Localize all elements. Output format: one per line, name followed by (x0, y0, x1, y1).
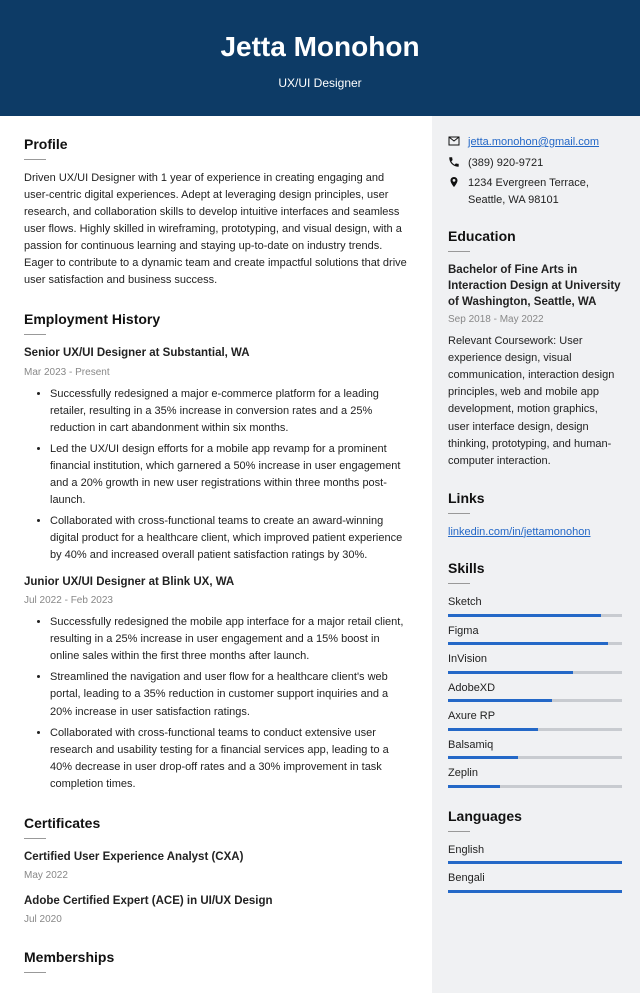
skill-bar (448, 671, 622, 674)
job-date: Mar 2023 - Present (24, 365, 408, 380)
education-heading: Education (448, 226, 622, 247)
divider (24, 972, 46, 973)
skill-fill (448, 671, 573, 674)
location-icon (448, 175, 460, 188)
certificates-heading: Certificates (24, 813, 408, 834)
linkedin-link[interactable]: linkedin.com/in/jettamonohon (448, 526, 590, 538)
certificate-title: Certified User Experience Analyst (CXA) (24, 849, 408, 866)
sidebar: jetta.monohon@gmail.com (389) 920-9721 1… (432, 116, 640, 993)
bullet: Collaborated with cross-functional teams… (50, 513, 408, 564)
languages-heading: Languages (448, 806, 622, 827)
skill-fill (448, 785, 500, 788)
phone-text: (389) 920-9721 (468, 155, 543, 172)
skill-name: Sketch (448, 594, 622, 611)
header: Jetta Monohon UX/UI Designer (0, 0, 640, 116)
language-bar (448, 861, 622, 864)
skill-bar (448, 756, 622, 759)
divider (448, 583, 470, 584)
divider (24, 838, 46, 839)
job-entry: Senior UX/UI Designer at Substantial, WA… (24, 345, 408, 564)
bullet: Led the UX/UI design efforts for a mobil… (50, 441, 408, 509)
profile-text: Driven UX/UI Designer with 1 year of exp… (24, 170, 408, 289)
memberships-heading: Memberships (24, 947, 408, 968)
skill-name: InVision (448, 651, 622, 668)
skill-fill (448, 614, 601, 617)
contact-phone-row: (389) 920-9721 (448, 155, 622, 172)
skill-name: Balsamiq (448, 737, 622, 754)
profile-section: Profile Driven UX/UI Designer with 1 yea… (24, 134, 408, 289)
contact-section: jetta.monohon@gmail.com (389) 920-9721 1… (448, 134, 622, 208)
skill-bar (448, 728, 622, 731)
skill-name: Axure RP (448, 708, 622, 725)
education-title: Bachelor of Fine Arts in Interaction Des… (448, 262, 622, 310)
skill-name: Figma (448, 623, 622, 640)
phone-icon (448, 155, 460, 168)
person-title: UX/UI Designer (0, 74, 640, 92)
certificate-date: Jul 2020 (24, 912, 408, 927)
certificate-title: Adobe Certified Expert (ACE) in UI/UX De… (24, 893, 408, 910)
email-link[interactable]: jetta.monohon@gmail.com (468, 134, 599, 151)
bullet: Successfully redesigned a major e-commer… (50, 386, 408, 437)
job-title: Senior UX/UI Designer at Substantial, WA (24, 345, 408, 362)
divider (448, 513, 470, 514)
job-title: Junior UX/UI Designer at Blink UX, WA (24, 574, 408, 591)
job-date: Jul 2022 - Feb 2023 (24, 593, 408, 608)
skill-fill (448, 699, 552, 702)
language-name: English (448, 842, 622, 859)
language-name: Bengali (448, 870, 622, 887)
bullet: Streamlined the navigation and user flow… (50, 669, 408, 720)
skill-name: Zeplin (448, 765, 622, 782)
bullet: Successfully redesigned the mobile app i… (50, 614, 408, 665)
links-section: Links linkedin.com/in/jettamonohon (448, 488, 622, 541)
skill-name: AdobeXD (448, 680, 622, 697)
languages-section: Languages English Bengali (448, 806, 622, 893)
email-icon (448, 134, 460, 147)
divider (448, 831, 470, 832)
divider (24, 334, 46, 335)
skill-bar (448, 642, 622, 645)
main-column: Profile Driven UX/UI Designer with 1 yea… (0, 116, 432, 993)
divider (24, 159, 46, 160)
skill-fill (448, 642, 608, 645)
contact-email-row: jetta.monohon@gmail.com (448, 134, 622, 151)
skill-bar (448, 785, 622, 788)
job-bullets: Successfully redesigned a major e-commer… (24, 386, 408, 564)
certificate-date: May 2022 (24, 868, 408, 883)
links-heading: Links (448, 488, 622, 509)
employment-section: Employment History Senior UX/UI Designer… (24, 309, 408, 792)
memberships-section: Memberships (24, 947, 408, 973)
language-bar (448, 890, 622, 893)
education-date: Sep 2018 - May 2022 (448, 312, 622, 327)
skill-fill (448, 728, 538, 731)
employment-heading: Employment History (24, 309, 408, 330)
contact-address-row: 1234 Evergreen Terrace, Seattle, WA 9810… (448, 175, 622, 208)
address-text: 1234 Evergreen Terrace, Seattle, WA 9810… (468, 175, 622, 208)
job-entry: Junior UX/UI Designer at Blink UX, WA Ju… (24, 574, 408, 793)
skills-section: Skills Sketch Figma InVision AdobeXD Axure R… (448, 558, 622, 788)
person-name: Jetta Monohon (0, 26, 640, 68)
skill-bar (448, 614, 622, 617)
certificates-section: Certificates Certified User Experience A… (24, 813, 408, 928)
language-fill (448, 861, 622, 864)
profile-heading: Profile (24, 134, 408, 155)
divider (448, 251, 470, 252)
education-text: Relevant Coursework: User experience des… (448, 333, 622, 469)
skills-heading: Skills (448, 558, 622, 579)
job-bullets: Successfully redesigned the mobile app i… (24, 614, 408, 792)
language-fill (448, 890, 622, 893)
education-section: Education Bachelor of Fine Arts in Inter… (448, 226, 622, 470)
content: Profile Driven UX/UI Designer with 1 yea… (0, 116, 640, 993)
bullet: Collaborated with cross-functional teams… (50, 725, 408, 793)
skill-fill (448, 756, 518, 759)
skill-bar (448, 699, 622, 702)
